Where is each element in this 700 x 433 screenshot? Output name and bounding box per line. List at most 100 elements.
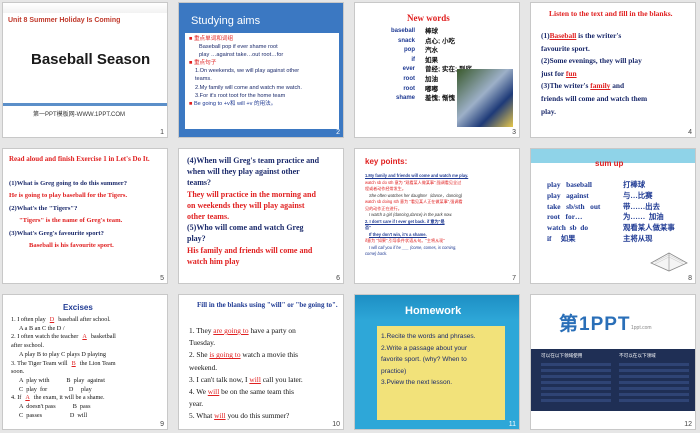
word-en: snack: [397, 37, 415, 44]
unit-title: Unit 8 Summer Holiday Is Coming: [8, 17, 121, 24]
question-text: 3. The Tiger Team will: [11, 359, 68, 367]
sentence-line: 3.For it's root toot for the home team: [195, 92, 286, 99]
slide-6[interactable]: (4)When will Greg's team practice and wh…: [178, 148, 344, 284]
homework-item: practice): [381, 367, 407, 375]
slide-4[interactable]: Listen to the text and fill in the blank…: [530, 2, 696, 138]
question-text: 3. I can't talk now, I: [189, 374, 250, 384]
slide-3[interactable]: New words baseball snack pop if ever root root…: [354, 2, 520, 138]
question-text: play?: [187, 234, 206, 244]
slide-number: 1: [160, 129, 164, 136]
slide-5[interactable]: Read aloud and finish Exercise 1 in Let'…: [2, 148, 168, 284]
word-en: shame: [395, 95, 415, 102]
slide-number: 8: [688, 275, 692, 282]
slide-number: 2: [336, 129, 340, 136]
answer: B: [71, 359, 76, 367]
divider: [3, 103, 167, 106]
answer: other teams.: [187, 212, 230, 222]
question-text: 1. I often play: [11, 316, 46, 323]
answer: Baseball is his favourite sport.: [29, 242, 114, 250]
answer: watch him play: [187, 256, 240, 266]
slide-title: Listen to the text and fill in the blank…: [549, 9, 673, 18]
word-en: root: [403, 85, 415, 92]
word-en: root: [403, 75, 415, 82]
answer: A: [25, 394, 30, 402]
caption-right: 不可以在以下领域: [619, 353, 656, 358]
placeholder-text-block: [619, 363, 689, 403]
question-text: friends will come and watch them: [541, 93, 648, 103]
question-text: baseball after school.: [58, 316, 111, 323]
options: C play for D play: [19, 385, 92, 393]
slide-number: 6: [336, 275, 340, 282]
question-text: (5)Who will come and watch Greg: [187, 223, 304, 233]
question-text: weekend.: [189, 362, 218, 372]
word-zh: 如果: [425, 56, 438, 64]
slide-number: 11: [508, 421, 516, 428]
logo-tagline: 1ppt.com: [631, 325, 652, 331]
slide-2[interactable]: Studying aims ■ 重点单词和词组 Baseball pop if …: [178, 2, 344, 138]
question-text: call you later.: [260, 374, 303, 384]
word-en: baseball: [390, 28, 415, 34]
question-text: watch a movie this: [240, 350, 299, 360]
slide-12[interactable]: 第1PPT 1ppt.com 可以在以下领域使用 不可以在以下领域 12: [530, 294, 696, 430]
placeholder-text-block: [541, 363, 611, 403]
answer: Baseball: [549, 31, 577, 40]
answer: are going to: [213, 326, 249, 335]
answer: on weekends they will play against: [187, 200, 305, 210]
example: come) back.: [365, 251, 388, 256]
slide-1-header-band: [3, 3, 167, 13]
question-text: have a party on: [248, 326, 296, 335]
word-list-en: baseball snack pop if ever root root shame: [381, 27, 415, 104]
sentence-line: 1.On weekends, we will play against othe…: [195, 68, 300, 75]
word-en: if: [411, 56, 415, 63]
book-icon: [649, 245, 689, 273]
slide-number: 7: [512, 275, 516, 282]
question-text: the Lion Team: [79, 359, 116, 367]
question-text: teams?: [187, 178, 211, 188]
slide-10[interactable]: Fill in the blanks using "will" or "be g…: [178, 294, 344, 430]
word-zh: 汽水: [425, 47, 438, 55]
phrase-en: play against: [547, 190, 589, 200]
answer: They will practice in the morning and: [187, 189, 316, 199]
question-text: you do this summer?: [225, 411, 290, 421]
answer: will: [249, 374, 261, 384]
question-text: the exam, it will be a shame.: [33, 394, 105, 402]
answer: is going to: [209, 350, 241, 360]
slide-number: 5: [160, 275, 164, 282]
phrase-zh: 主将从现: [623, 233, 653, 243]
key-point: 1.My family and friends will come and wa…: [365, 173, 469, 178]
slide-title: Read aloud and finish Exercise 1 in Let'…: [9, 155, 150, 163]
slide-9[interactable]: Excises 1. I often play Dbaseball after s…: [2, 294, 168, 430]
slide-title: key points:: [365, 157, 408, 166]
phrase-en: watch sb do: [547, 223, 589, 233]
vocab-line: Baseball pop if ever shame root: [199, 44, 278, 51]
phrase-row: root for… 为…… 加油: [547, 212, 675, 223]
question-text: Tuesday.: [189, 338, 216, 348]
baseball-photo: [457, 69, 513, 127]
slide-11[interactable]: Homework 1.Recite the words and phrases.…: [354, 294, 520, 430]
bullet-heading: 重点单词和词组: [193, 36, 234, 42]
phrase-table: play baseball 打棒球 play against 与…比赛 take sb/…: [547, 180, 675, 245]
phrase-zh: 带……出去: [623, 201, 660, 211]
slide-8[interactable]: sum up play baseball 打棒球 play against 与…比赛 t…: [530, 148, 696, 284]
caption-left: 可以在以下领域使用: [541, 353, 583, 358]
word-en: pop: [404, 47, 415, 54]
ppt-logo: 第1PPT: [559, 314, 631, 335]
homework-item: 2.Write a passage about your: [381, 344, 468, 352]
homework-item: 1.Recite the words and phrases.: [381, 333, 476, 340]
answer: will: [207, 387, 220, 397]
homework-item: 3.Pview the next lesson.: [381, 379, 453, 387]
slide-7[interactable]: key points: 1.My family and friends will…: [354, 148, 520, 284]
phrase-zh: 观看某人做某事: [623, 223, 675, 233]
slide-number: 3: [512, 129, 516, 136]
slide-1[interactable]: Unit 8 Summer Holiday Is Coming Baseball…: [2, 2, 168, 138]
sentence-line: teams.: [195, 76, 212, 83]
slide-grid: Unit 8 Summer Holiday Is Coming Baseball…: [0, 0, 700, 433]
word-en: ever: [402, 66, 415, 73]
answer: D: [49, 316, 55, 323]
options: A doesn't pass B pass: [19, 403, 91, 411]
phrase-row: play against 与…比赛: [547, 191, 675, 202]
answer: will: [214, 411, 226, 421]
question-text: and: [610, 81, 625, 91]
slide-number: 12: [684, 421, 692, 428]
question-text: (4)When will Greg's team practice and: [187, 156, 320, 165]
